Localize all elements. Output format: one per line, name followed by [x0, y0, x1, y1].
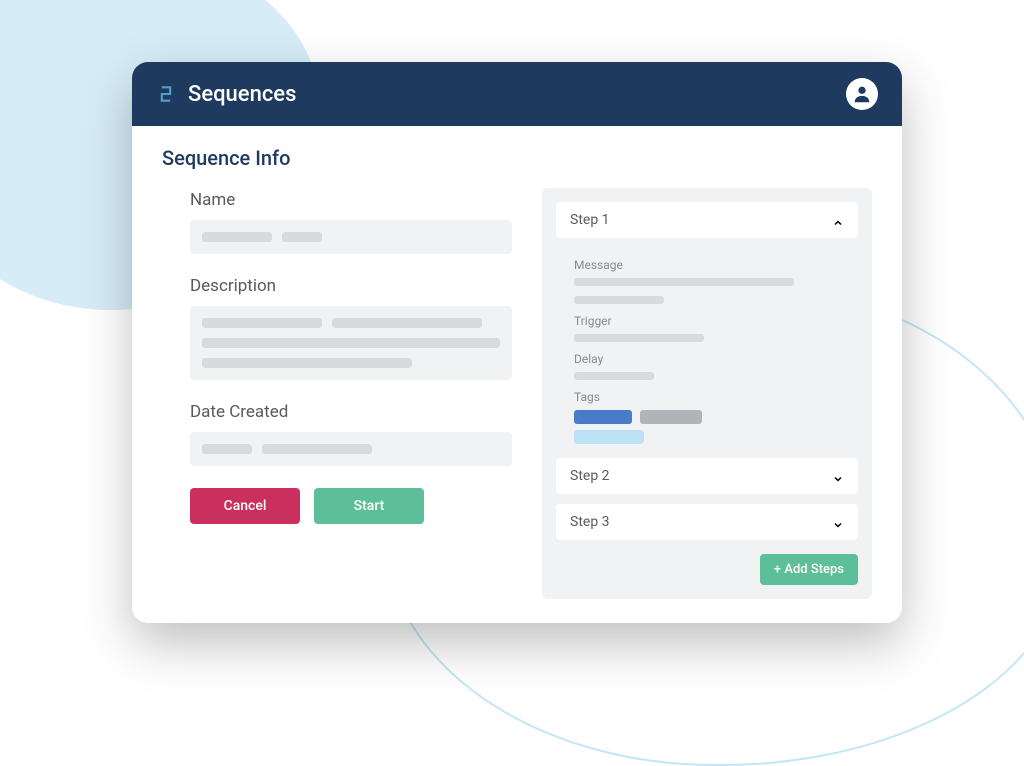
chevron-down-icon — [832, 470, 844, 482]
step-1-header[interactable]: Step 1 — [556, 202, 858, 238]
step-2-header[interactable]: Step 2 — [556, 458, 858, 494]
tags-label: Tags — [574, 390, 848, 404]
left-column: Name Description — [162, 188, 512, 599]
content-area: Sequence Info Name Description — [132, 126, 902, 623]
cancel-button[interactable]: Cancel — [190, 488, 300, 524]
name-label: Name — [190, 190, 512, 210]
app-title: Sequences — [188, 82, 296, 107]
step-2-title: Step 2 — [570, 468, 610, 484]
page-title: Sequence Info — [162, 146, 872, 170]
start-button[interactable]: Start — [314, 488, 424, 524]
logo-icon — [156, 84, 176, 104]
message-label: Message — [574, 258, 848, 272]
form-columns: Name Description — [162, 188, 872, 599]
trigger-label: Trigger — [574, 314, 848, 328]
titlebar-left: Sequences — [156, 82, 296, 107]
date-created-field[interactable] — [190, 432, 512, 466]
date-created-label: Date Created — [190, 402, 512, 422]
description-label: Description — [190, 276, 512, 296]
chevron-down-icon — [832, 516, 844, 528]
delay-label: Delay — [574, 352, 848, 366]
step-3-title: Step 3 — [570, 514, 610, 530]
chevron-up-icon — [832, 214, 844, 226]
tag-chip[interactable] — [640, 410, 702, 424]
add-steps-button[interactable]: + Add Steps — [760, 554, 858, 585]
step-1-body: Message Trigger Delay Tags — [556, 248, 858, 458]
action-buttons: Cancel Start — [190, 488, 512, 524]
description-field[interactable] — [190, 306, 512, 380]
steps-panel: Step 1 Message Trigger Delay Tags — [542, 188, 872, 599]
tags-row — [574, 410, 848, 424]
app-window: Sequences Sequence Info Name Descriptio — [132, 62, 902, 623]
tag-chip[interactable] — [574, 410, 632, 424]
tag-chip[interactable] — [574, 430, 644, 444]
step-1-title: Step 1 — [570, 212, 610, 228]
add-steps-row: + Add Steps — [556, 554, 858, 585]
avatar[interactable] — [846, 78, 878, 110]
name-field[interactable] — [190, 220, 512, 254]
titlebar: Sequences — [132, 62, 902, 126]
step-3-header[interactable]: Step 3 — [556, 504, 858, 540]
